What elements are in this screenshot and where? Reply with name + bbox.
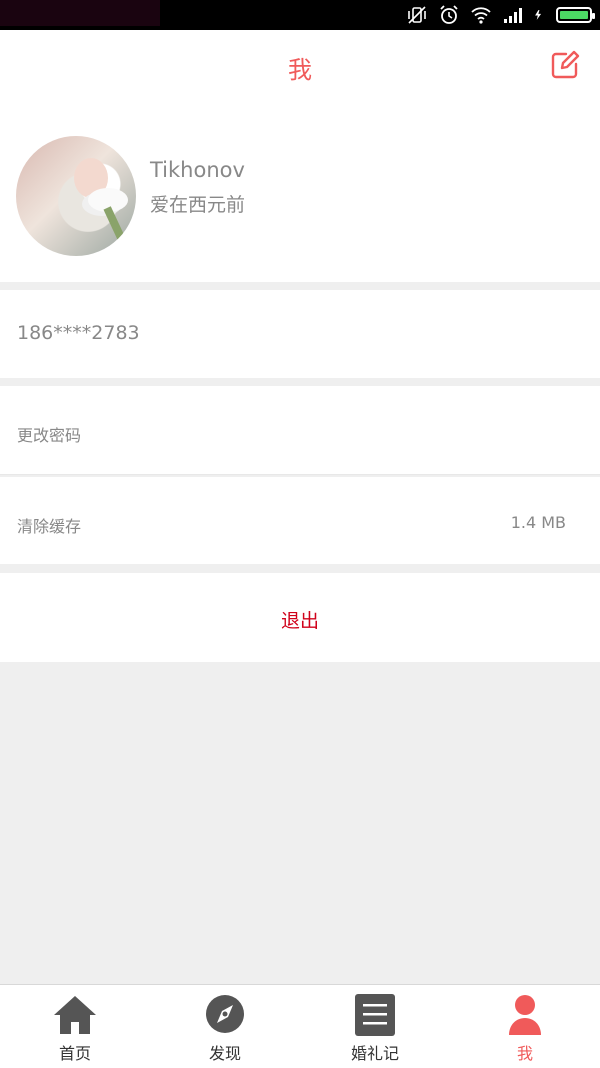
compass-icon — [206, 995, 244, 1033]
home-icon — [54, 996, 96, 1034]
status-icons — [406, 4, 595, 26]
cache-size: 1.4 MB — [510, 513, 566, 532]
tab-wedding-notes[interactable]: 婚礼记 — [300, 985, 450, 1068]
phone-number: 186****2783 — [17, 322, 140, 344]
tab-wedding-notes-label: 婚礼记 — [350, 1044, 399, 1063]
tab-me-label: 我 — [516, 1044, 533, 1063]
list-icon — [355, 994, 395, 1036]
profile-section[interactable]: Tikhonov 爱在西元前 — [0, 106, 600, 282]
app-header: 我 — [0, 30, 600, 106]
signal-icon — [504, 8, 522, 23]
tab-discover[interactable]: 发现 — [150, 985, 300, 1068]
change-password-row[interactable]: 更改密码 — [0, 386, 600, 475]
wifi-icon — [471, 7, 491, 24]
phone-row: 186****2783 — [0, 290, 600, 378]
status-bar — [0, 0, 600, 30]
person-icon — [509, 995, 541, 1035]
bottom-tab-bar: 首页 发现 婚礼记 我 — [0, 984, 600, 1068]
battery-icon — [556, 7, 595, 23]
avatar[interactable] — [16, 136, 136, 256]
profile-name: Tikhonov — [150, 158, 245, 182]
alarm-icon — [440, 5, 458, 24]
vibrate-off-icon — [408, 6, 426, 24]
tab-home-label: 首页 — [58, 1044, 91, 1063]
clear-cache-label: 清除缓存 — [17, 517, 82, 536]
edit-icon[interactable] — [550, 50, 580, 80]
page-title: 我 — [288, 56, 312, 84]
change-password-label: 更改密码 — [17, 426, 82, 445]
charging-icon — [535, 10, 542, 20]
clear-cache-row[interactable]: 清除缓存 1.4 MB — [0, 477, 600, 564]
status-bar-notification-area — [0, 0, 160, 26]
avatar-stem — [103, 206, 129, 248]
tab-me[interactable]: 我 — [450, 985, 600, 1068]
logout-button[interactable]: 退出 — [0, 573, 600, 662]
tab-discover-label: 发现 — [208, 1044, 241, 1063]
tab-home[interactable]: 首页 — [0, 985, 150, 1068]
profile-motto: 爱在西元前 — [150, 194, 246, 216]
logout-label: 退出 — [280, 610, 319, 632]
